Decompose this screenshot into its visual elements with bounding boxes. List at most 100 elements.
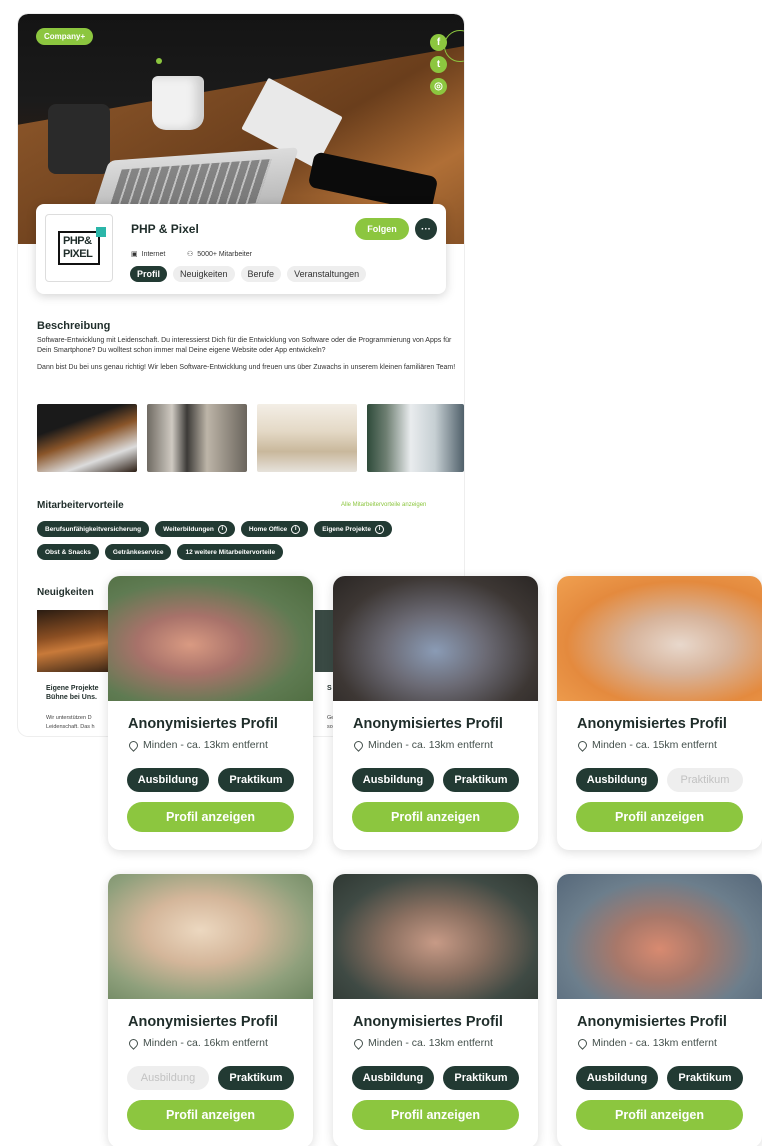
profile-location: Minden - ca. 15km entfernt [576, 738, 717, 752]
more-benefits-chip[interactable]: 12 weitere Mitarbeitervorteile [177, 544, 284, 560]
carousel-dot [156, 58, 162, 64]
employees-label: 5000+ Mitarbeiter [197, 250, 252, 258]
blurred-profile-photo [108, 874, 313, 999]
location-pin-icon [576, 738, 589, 752]
company-plus-badge: Company+ [36, 28, 94, 45]
location-text: Minden - ca. 13km entfernt [592, 1037, 717, 1049]
show-profile-button[interactable]: Profil anzeigen [352, 802, 519, 832]
news-image-2[interactable] [315, 610, 335, 672]
employees-meta: ⚇ 5000+ Mitarbeiter [187, 250, 252, 259]
blurred-profile-photo [333, 576, 538, 701]
show-profile-button[interactable]: Profil anzeigen [127, 802, 294, 832]
ausbildung-tag: Ausbildung [352, 768, 434, 792]
benefit-chip[interactable]: Getränkeservice [104, 544, 172, 560]
follow-button[interactable]: Folgen [355, 218, 409, 240]
ausbildung-tag: Ausbildung [127, 768, 209, 792]
profile-card: Anonymisiertes Profil Minden - ca. 13km … [333, 576, 538, 850]
profile-title: Anonymisiertes Profil [128, 716, 278, 732]
benefit-chip[interactable]: Obst & Snacks [37, 544, 99, 560]
white-mug-shape [152, 76, 204, 130]
tab-neuigkeiten[interactable]: Neuigkeiten [173, 266, 235, 282]
description-title: Beschreibung [37, 320, 111, 332]
show-profile-button[interactable]: Profil anzeigen [576, 802, 743, 832]
benefit-chip[interactable]: Berufsunfähigkeitversicherung [37, 521, 150, 537]
tab-profil[interactable]: Profil [130, 266, 168, 282]
benefit-label: 12 weitere Mitarbeitervorteile [185, 548, 276, 556]
news-image-1[interactable] [37, 610, 109, 672]
info-icon[interactable]: i [217, 524, 227, 534]
industry-label: Internet [141, 250, 166, 258]
twitter-icon[interactable]: t [430, 56, 447, 73]
profile-location: Minden - ca. 13km entfernt [352, 1036, 493, 1050]
profile-card: Anonymisiertes Profil Minden - ca. 15km … [557, 576, 762, 850]
profile-location: Minden - ca. 13km entfernt [352, 738, 493, 752]
location-pin-icon [127, 738, 140, 752]
gallery-image-1[interactable] [37, 404, 137, 472]
all-benefits-link[interactable]: Alle Mitarbeitervorteile anzeigen [341, 502, 426, 508]
praktikum-tag: Praktikum [667, 1066, 743, 1090]
benefits-title: Mitarbeitervorteile [37, 500, 124, 511]
show-profile-button[interactable]: Profil anzeigen [127, 1100, 294, 1130]
profile-title: Anonymisiertes Profil [353, 716, 503, 732]
location-pin-icon [352, 1036, 365, 1050]
blurred-profile-photo [557, 874, 762, 999]
industry-meta: ▣ Internet [131, 250, 166, 259]
company-tabs: Profil Neuigkeiten Berufe Veranstaltunge… [130, 266, 367, 282]
briefcase-icon: ▣ [131, 251, 138, 258]
info-icon[interactable]: i [291, 524, 301, 534]
profile-title: Anonymisiertes Profil [577, 716, 727, 732]
praktikum-tag: Praktikum [443, 768, 519, 792]
benefit-chip[interactable]: Home Office i [240, 521, 309, 537]
benefit-chip[interactable]: Weiterbildungen i [155, 521, 235, 537]
benefit-label: Berufsunfähigkeitversicherung [45, 525, 142, 533]
show-profile-button[interactable]: Profil anzeigen [576, 1100, 743, 1130]
ausbildung-tag: Ausbildung [127, 1066, 209, 1090]
benefit-label: Weiterbildungen [163, 525, 214, 533]
praktikum-tag: Praktikum [218, 768, 294, 792]
news-item-1-title[interactable]: Eigene Projekte Bühne bei Uns. [46, 684, 110, 702]
more-options-button[interactable]: ··· [415, 218, 437, 240]
ausbildung-tag: Ausbildung [576, 768, 658, 792]
location-pin-icon [352, 738, 365, 752]
people-icon: ⚇ [187, 251, 194, 258]
benefit-label: Getränkeservice [112, 548, 164, 556]
benefit-label: Obst & Snacks [45, 548, 91, 556]
benefit-label: Eigene Projekte [322, 525, 371, 533]
gallery-image-4[interactable] [367, 404, 464, 472]
news-title: Neuigkeiten [37, 587, 94, 598]
gallery-image-2[interactable] [147, 404, 247, 472]
company-name: PHP & Pixel [131, 222, 199, 236]
dark-mug-shape [48, 104, 110, 174]
screenshot-stage: Company+ f t ◎ PHP& PIXEL PHP & Pixel Fo… [0, 0, 762, 1146]
tab-berufe[interactable]: Berufe [240, 266, 282, 282]
location-text: Minden - ca. 13km entfernt [368, 739, 493, 751]
logo-line-2: PIXEL [63, 248, 93, 260]
profile-card: Anonymisiertes Profil Minden - ca. 13km … [333, 874, 538, 1146]
blurred-profile-photo [557, 576, 762, 701]
gallery-image-3[interactable] [257, 404, 357, 472]
tab-veranstaltungen[interactable]: Veranstaltungen [287, 266, 367, 282]
show-profile-button[interactable]: Profil anzeigen [352, 1100, 519, 1130]
profile-location: Minden - ca. 16km entfernt [127, 1036, 268, 1050]
blurred-profile-photo [108, 576, 313, 701]
benefit-chip[interactable]: Eigene Projekte i [314, 521, 392, 537]
news-item-1-body: Wir unterstützen D Leidenschaft. Das h [46, 715, 95, 730]
profile-title: Anonymisiertes Profil [128, 1014, 278, 1030]
praktikum-tag: Praktikum [443, 1066, 519, 1090]
ausbildung-tag: Ausbildung [352, 1066, 434, 1090]
benefits-row-2: Obst & Snacks Getränkeservice 12 weitere… [37, 544, 457, 560]
blurred-profile-photo [333, 874, 538, 999]
profile-location: Minden - ca. 13km entfernt [127, 738, 268, 752]
profile-card: Anonymisiertes Profil Minden - ca. 13km … [557, 874, 762, 1146]
info-icon[interactable]: i [374, 524, 384, 534]
location-pin-icon [127, 1036, 140, 1050]
profile-title: Anonymisiertes Profil [577, 1014, 727, 1030]
praktikum-tag: Praktikum [667, 768, 743, 792]
instagram-icon[interactable]: ◎ [430, 78, 447, 95]
ausbildung-tag: Ausbildung [576, 1066, 658, 1090]
profile-card: Anonymisiertes Profil Minden - ca. 16km … [108, 874, 313, 1146]
benefit-label: Home Office [248, 525, 288, 533]
description-paragraph-1: Software-Entwicklung mit Leidenschaft. D… [37, 337, 452, 354]
company-logo: PHP& PIXEL [45, 214, 113, 282]
location-text: Minden - ca. 15km entfernt [592, 739, 717, 751]
